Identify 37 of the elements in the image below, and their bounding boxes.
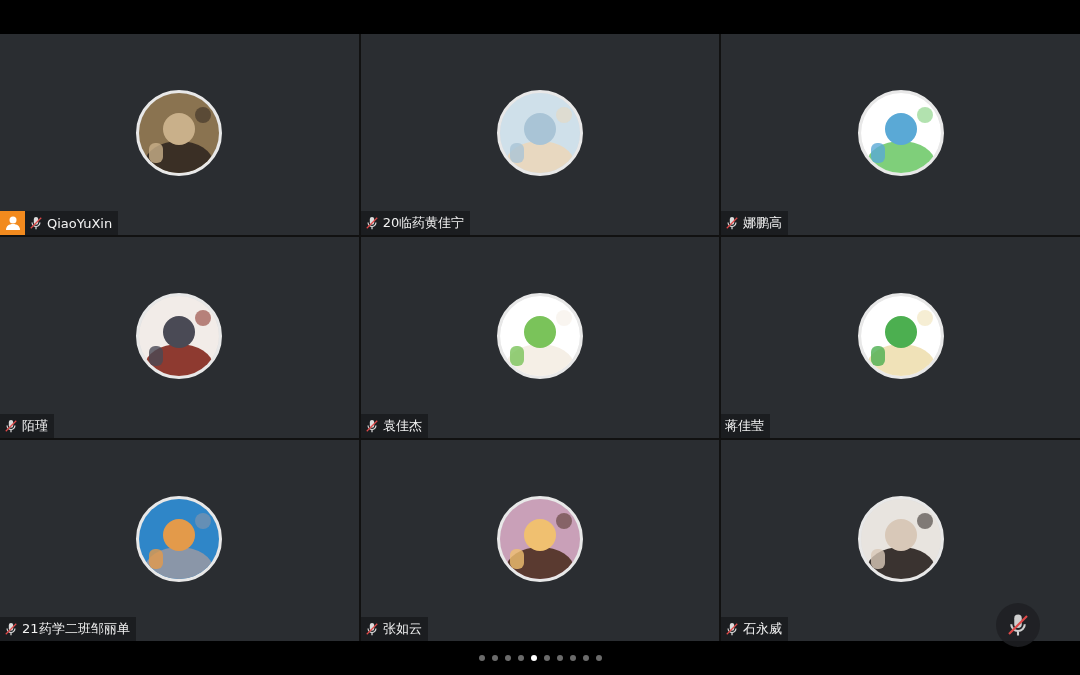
video-tile[interactable]: QiaoYuXin xyxy=(0,34,359,235)
participant-name: 袁佳杰 xyxy=(382,417,422,435)
video-tile[interactable]: 袁佳杰 xyxy=(360,237,720,438)
participant-name: 张如云 xyxy=(382,620,422,638)
muted-mic-icon xyxy=(364,419,379,433)
video-tile[interactable]: 21药学二班邹丽单 xyxy=(0,440,359,641)
page-dot[interactable] xyxy=(543,655,550,661)
page-dot[interactable] xyxy=(478,655,485,661)
page-dot[interactable] xyxy=(569,655,576,661)
participant-name: QiaoYuXin xyxy=(47,215,113,231)
video-tile[interactable]: 蒋佳莹 xyxy=(721,237,1080,438)
participant-name: 娜鹏高 xyxy=(743,214,783,232)
muted-mic-icon xyxy=(1006,613,1030,637)
video-tile[interactable]: 石永威 xyxy=(721,440,1080,641)
page-dot[interactable] xyxy=(517,655,524,661)
page-dot[interactable] xyxy=(595,655,602,661)
page-dot[interactable] xyxy=(530,655,537,661)
page-dot[interactable] xyxy=(556,655,563,661)
muted-mic-icon xyxy=(4,622,18,636)
video-tile[interactable]: 20临药黄佳宁 xyxy=(360,34,720,235)
page-dot[interactable] xyxy=(491,655,498,661)
participant-name: 陌瑾 xyxy=(22,417,48,435)
video-tile[interactable]: 陌瑾 xyxy=(0,237,359,438)
muted-mic-icon xyxy=(364,622,379,636)
participant-name: 20临药黄佳宁 xyxy=(382,214,465,232)
muted-mic-icon xyxy=(364,216,379,230)
page-dot[interactable] xyxy=(582,655,589,661)
participant-name: 蒋佳莹 xyxy=(725,417,765,435)
muted-mic-icon xyxy=(725,622,740,636)
video-tile[interactable]: 张如云 xyxy=(360,440,720,641)
muted-mic-icon xyxy=(4,419,18,433)
participant-name: 石永威 xyxy=(743,620,783,638)
participant-name: 21药学二班邹丽单 xyxy=(22,620,130,638)
muted-mic-icon xyxy=(29,216,43,230)
muted-mic-icon xyxy=(725,216,740,230)
video-tile[interactable]: 娜鹏高 xyxy=(721,34,1080,235)
page-dot[interactable] xyxy=(504,655,511,661)
